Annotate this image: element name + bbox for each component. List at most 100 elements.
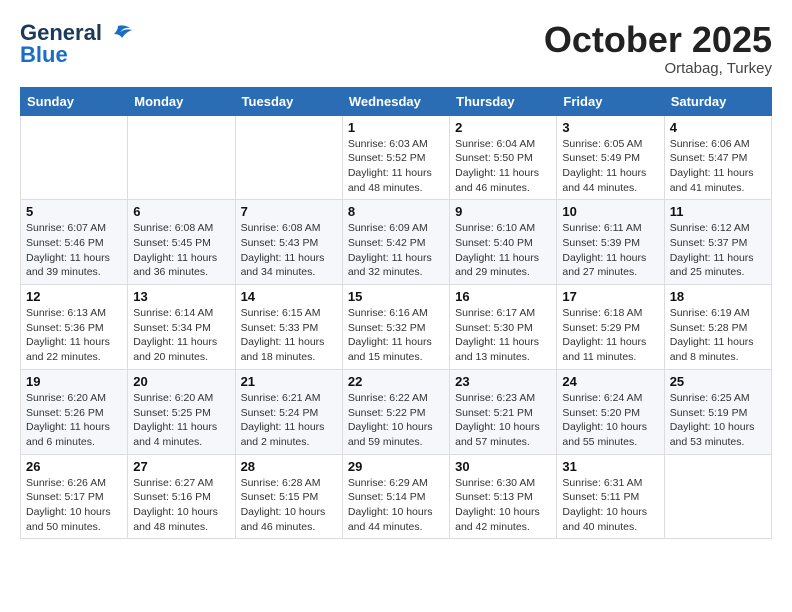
day-info: Sunrise: 6:19 AMSunset: 5:28 PMDaylight:… <box>670 306 766 365</box>
day-number: 2 <box>455 120 551 135</box>
day-info: Sunrise: 6:20 AMSunset: 5:25 PMDaylight:… <box>133 391 229 450</box>
logo: General Blue <box>20 20 132 68</box>
weekday-header-monday: Monday <box>128 87 235 115</box>
day-number: 15 <box>348 289 444 304</box>
day-info: Sunrise: 6:03 AMSunset: 5:52 PMDaylight:… <box>348 137 444 196</box>
calendar-cell: 30Sunrise: 6:30 AMSunset: 5:13 PMDayligh… <box>450 454 557 539</box>
calendar-cell <box>21 115 128 200</box>
day-number: 29 <box>348 459 444 474</box>
day-info: Sunrise: 6:29 AMSunset: 5:14 PMDaylight:… <box>348 476 444 535</box>
day-number: 24 <box>562 374 658 389</box>
day-info: Sunrise: 6:20 AMSunset: 5:26 PMDaylight:… <box>26 391 122 450</box>
calendar-cell: 2 Sunrise: 6:04 AMSunset: 5:50 PMDaylight… <box>450 115 557 200</box>
calendar-week-1: 1 Sunrise: 6:03 AMSunset: 5:52 PMDaylight… <box>21 115 772 200</box>
day-number: 10 <box>562 204 658 219</box>
day-info: Sunrise: 6:10 AMSunset: 5:40 PMDaylight:… <box>455 221 551 280</box>
weekday-header-thursday: Thursday <box>450 87 557 115</box>
calendar-cell: 3 Sunrise: 6:05 AMSunset: 5:49 PMDaylight… <box>557 115 664 200</box>
day-number: 28 <box>241 459 337 474</box>
day-number: 31 <box>562 459 658 474</box>
day-info: Sunrise: 6:17 AMSunset: 5:30 PMDaylight:… <box>455 306 551 365</box>
day-info: Sunrise: 6:21 AMSunset: 5:24 PMDaylight:… <box>241 391 337 450</box>
calendar-table: SundayMondayTuesdayWednesdayThursdayFrid… <box>20 87 772 540</box>
day-info: Sunrise: 6:13 AMSunset: 5:36 PMDaylight:… <box>26 306 122 365</box>
calendar-cell: 18 Sunrise: 6:19 AMSunset: 5:28 PMDayligh… <box>664 285 771 370</box>
day-number: 6 <box>133 204 229 219</box>
calendar-cell: 11 Sunrise: 6:12 AMSunset: 5:37 PMDayligh… <box>664 200 771 285</box>
calendar-cell: 12 Sunrise: 6:13 AMSunset: 5:36 PMDayligh… <box>21 285 128 370</box>
calendar-cell: 24Sunrise: 6:24 AMSunset: 5:20 PMDayligh… <box>557 369 664 454</box>
day-info: Sunrise: 6:26 AMSunset: 5:17 PMDaylight:… <box>26 476 122 535</box>
day-info: Sunrise: 6:31 AMSunset: 5:11 PMDaylight:… <box>562 476 658 535</box>
calendar-cell: 28 Sunrise: 6:28 AMSunset: 5:15 PMDayligh… <box>235 454 342 539</box>
day-info: Sunrise: 6:16 AMSunset: 5:32 PMDaylight:… <box>348 306 444 365</box>
calendar-cell: 31 Sunrise: 6:31 AMSunset: 5:11 PMDayligh… <box>557 454 664 539</box>
day-number: 11 <box>670 204 766 219</box>
day-info: Sunrise: 6:05 AMSunset: 5:49 PMDaylight:… <box>562 137 658 196</box>
calendar-cell: 16Sunrise: 6:17 AMSunset: 5:30 PMDayligh… <box>450 285 557 370</box>
calendar-cell: 1 Sunrise: 6:03 AMSunset: 5:52 PMDaylight… <box>342 115 449 200</box>
calendar-cell: 20 Sunrise: 6:20 AMSunset: 5:25 PMDayligh… <box>128 369 235 454</box>
weekday-header-saturday: Saturday <box>664 87 771 115</box>
day-number: 25 <box>670 374 766 389</box>
calendar-cell: 21 Sunrise: 6:21 AMSunset: 5:24 PMDayligh… <box>235 369 342 454</box>
calendar-cell: 25 Sunrise: 6:25 AMSunset: 5:19 PMDayligh… <box>664 369 771 454</box>
calendar-cell: 5 Sunrise: 6:07 AMSunset: 5:46 PMDaylight… <box>21 200 128 285</box>
calendar-cell: 10 Sunrise: 6:11 AMSunset: 5:39 PMDayligh… <box>557 200 664 285</box>
calendar-cell: 19 Sunrise: 6:20 AMSunset: 5:26 PMDayligh… <box>21 369 128 454</box>
day-number: 3 <box>562 120 658 135</box>
day-info: Sunrise: 6:15 AMSunset: 5:33 PMDaylight:… <box>241 306 337 365</box>
day-info: Sunrise: 6:06 AMSunset: 5:47 PMDaylight:… <box>670 137 766 196</box>
weekday-header-row: SundayMondayTuesdayWednesdayThursdayFrid… <box>21 87 772 115</box>
day-number: 12 <box>26 289 122 304</box>
calendar-cell: 26 Sunrise: 6:26 AMSunset: 5:17 PMDayligh… <box>21 454 128 539</box>
calendar-cell: 29 Sunrise: 6:29 AMSunset: 5:14 PMDayligh… <box>342 454 449 539</box>
calendar-cell: 8Sunrise: 6:09 AMSunset: 5:42 PMDaylight… <box>342 200 449 285</box>
day-number: 5 <box>26 204 122 219</box>
weekday-header-sunday: Sunday <box>21 87 128 115</box>
day-info: Sunrise: 6:07 AMSunset: 5:46 PMDaylight:… <box>26 221 122 280</box>
day-number: 13 <box>133 289 229 304</box>
month-title: October 2025 <box>544 20 772 60</box>
day-info: Sunrise: 6:12 AMSunset: 5:37 PMDaylight:… <box>670 221 766 280</box>
day-info: Sunrise: 6:09 AMSunset: 5:42 PMDaylight:… <box>348 221 444 280</box>
day-number: 22 <box>348 374 444 389</box>
day-info: Sunrise: 6:08 AMSunset: 5:43 PMDaylight:… <box>241 221 337 280</box>
weekday-header-tuesday: Tuesday <box>235 87 342 115</box>
title-area: October 2025 Ortabag, Turkey <box>544 20 772 77</box>
logo-blue: Blue <box>20 42 68 68</box>
calendar-cell <box>664 454 771 539</box>
day-number: 18 <box>670 289 766 304</box>
calendar-cell: 14 Sunrise: 6:15 AMSunset: 5:33 PMDayligh… <box>235 285 342 370</box>
calendar-cell: 22 Sunrise: 6:22 AMSunset: 5:22 PMDayligh… <box>342 369 449 454</box>
day-number: 7 <box>241 204 337 219</box>
calendar-week-3: 12 Sunrise: 6:13 AMSunset: 5:36 PMDayligh… <box>21 285 772 370</box>
calendar-cell: 17 Sunrise: 6:18 AMSunset: 5:29 PMDayligh… <box>557 285 664 370</box>
day-number: 19 <box>26 374 122 389</box>
day-info: Sunrise: 6:22 AMSunset: 5:22 PMDaylight:… <box>348 391 444 450</box>
day-number: 21 <box>241 374 337 389</box>
calendar-cell: 23 Sunrise: 6:23 AMSunset: 5:21 PMDayligh… <box>450 369 557 454</box>
day-number: 14 <box>241 289 337 304</box>
day-number: 20 <box>133 374 229 389</box>
calendar-cell <box>235 115 342 200</box>
day-info: Sunrise: 6:28 AMSunset: 5:15 PMDaylight:… <box>241 476 337 535</box>
calendar-cell <box>128 115 235 200</box>
day-info: Sunrise: 6:23 AMSunset: 5:21 PMDaylight:… <box>455 391 551 450</box>
day-number: 17 <box>562 289 658 304</box>
day-info: Sunrise: 6:04 AMSunset: 5:50 PMDaylight:… <box>455 137 551 196</box>
day-number: 9 <box>455 204 551 219</box>
calendar-cell: 27Sunrise: 6:27 AMSunset: 5:16 PMDayligh… <box>128 454 235 539</box>
day-number: 26 <box>26 459 122 474</box>
day-number: 1 <box>348 120 444 135</box>
day-info: Sunrise: 6:25 AMSunset: 5:19 PMDaylight:… <box>670 391 766 450</box>
calendar-cell: 9 Sunrise: 6:10 AMSunset: 5:40 PMDaylight… <box>450 200 557 285</box>
calendar-week-2: 5 Sunrise: 6:07 AMSunset: 5:46 PMDaylight… <box>21 200 772 285</box>
page-header: General Blue October 2025 Ortabag, Turke… <box>20 20 772 77</box>
weekday-header-wednesday: Wednesday <box>342 87 449 115</box>
day-info: Sunrise: 6:14 AMSunset: 5:34 PMDaylight:… <box>133 306 229 365</box>
day-number: 23 <box>455 374 551 389</box>
day-info: Sunrise: 6:18 AMSunset: 5:29 PMDaylight:… <box>562 306 658 365</box>
calendar-cell: 4Sunrise: 6:06 AMSunset: 5:47 PMDaylight… <box>664 115 771 200</box>
day-info: Sunrise: 6:11 AMSunset: 5:39 PMDaylight:… <box>562 221 658 280</box>
